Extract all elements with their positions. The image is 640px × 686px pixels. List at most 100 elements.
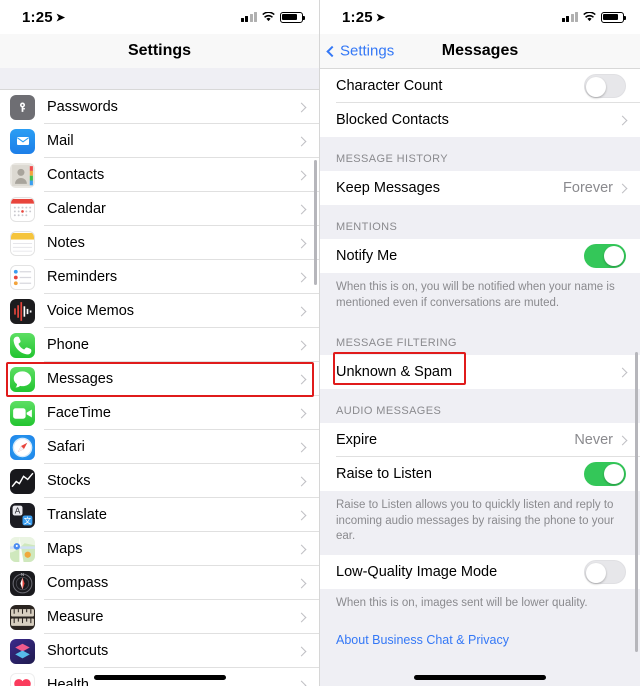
sidebar-item-label: Messages (47, 371, 114, 387)
svg-text:A: A (15, 505, 21, 515)
list-top-gap (0, 68, 319, 90)
sidebar-item-label: Voice Memos (47, 303, 135, 319)
sidebar-item-label: FaceTime (47, 405, 111, 421)
messages-settings-scroll[interactable]: Character Count Blocked Contacts MESSAGE… (320, 68, 640, 686)
contacts-icon (10, 162, 35, 188)
toggle-knob (604, 464, 624, 485)
svg-text:文: 文 (24, 515, 32, 525)
row-label: Raise to Listen (336, 466, 432, 483)
chevron-right-icon (296, 102, 307, 112)
sidebar-item-stocks[interactable]: Stocks (0, 464, 319, 498)
row-label: Character Count (336, 78, 443, 94)
sidebar-item-messages[interactable]: Messages (0, 362, 319, 396)
right-scrollbar[interactable] (635, 352, 638, 652)
sidebar-item-shortcuts[interactable]: Shortcuts (0, 634, 319, 668)
sidebar-item-mail[interactable]: Mail (0, 124, 319, 158)
sidebar-item-label: Contacts (47, 167, 105, 183)
cellular-signal-icon-right (561, 12, 578, 22)
cell-divider (336, 588, 640, 589)
sidebar-item-compass[interactable]: N Compass (0, 566, 319, 600)
low-quality-image-mode-toggle[interactable] (584, 559, 626, 584)
row-raise-to-listen[interactable]: Raise to Listen (320, 457, 640, 492)
voice-memos-icon (10, 298, 35, 324)
row-label: Keep Messages (336, 180, 440, 196)
phone-icon (10, 332, 35, 358)
notify-me-toggle[interactable] (584, 244, 626, 268)
row-keep-messages[interactable]: Keep Messages Forever (320, 171, 640, 205)
toggle-knob (586, 77, 606, 97)
row-notify-me[interactable]: Notify Me (320, 239, 640, 273)
chevron-right-icon (617, 183, 628, 193)
sidebar-item-phone[interactable]: Phone (0, 328, 319, 362)
status-time-text-left: 1:25 (22, 8, 53, 26)
row-unknown-and-spam[interactable]: Unknown & Spam (320, 355, 640, 390)
toggle-knob (586, 562, 606, 583)
sidebar-item-facetime[interactable]: FaceTime (0, 396, 319, 430)
sidebar-item-voice-memos[interactable]: Voice Memos (0, 294, 319, 328)
sidebar-item-label: Calendar (47, 201, 106, 217)
back-button[interactable]: Settings (326, 43, 394, 60)
chevron-right-icon (296, 510, 307, 520)
row-expire[interactable]: Expire Never (320, 423, 640, 458)
row-character-count[interactable]: Character Count (320, 69, 640, 103)
sidebar-item-label: Safari (47, 439, 85, 455)
mail-icon (10, 128, 35, 154)
sidebar-item-label: Maps (47, 541, 83, 557)
chevron-right-icon (296, 544, 307, 554)
toggle-knob (604, 246, 624, 266)
row-label: Unknown & Spam (336, 364, 453, 381)
sidebar-item-maps[interactable]: Maps (0, 532, 319, 566)
chevron-right-icon (296, 170, 307, 180)
cell-divider (336, 136, 640, 137)
settings-list-scroll[interactable]: Passwords Mail Contacts Calendar Notes R… (0, 68, 319, 686)
row-low-quality-image-mode[interactable]: Low-Quality Image Mode (320, 554, 640, 589)
sidebar-item-notes[interactable]: Notes (0, 226, 319, 260)
sidebar-item-label: Reminders (47, 269, 118, 285)
reminders-icon (10, 264, 35, 290)
sidebar-item-safari[interactable]: Safari (0, 430, 319, 464)
chevron-right-icon (296, 442, 307, 452)
footnote-low-quality: When this is on, images sent will be low… (320, 588, 640, 622)
dual-phone-screenshot: 1:25 ➤ Settings Passwords Mail Contacts … (0, 0, 640, 686)
row-label: Notify Me (336, 248, 398, 264)
sidebar-item-passwords[interactable]: Passwords (0, 90, 319, 124)
business-chat-privacy-link-row[interactable]: About Business Chat & Privacy (320, 621, 640, 658)
sidebar-item-translate[interactable]: A 文 Translate (0, 498, 319, 532)
raise-to-listen-toggle[interactable] (584, 462, 626, 487)
page-title-right: Messages (441, 42, 519, 59)
section-header-mentions: MENTIONS (320, 205, 640, 239)
sidebar-item-calendar[interactable]: Calendar (0, 192, 319, 226)
sidebar-item-label: Compass (47, 575, 109, 591)
chevron-right-icon (296, 646, 307, 656)
status-indicators-right (561, 11, 626, 23)
section-header-audio-messages: AUDIO MESSAGES (320, 389, 640, 424)
row-value: Never (574, 432, 613, 449)
row-label: Low-Quality Image Mode (336, 563, 498, 580)
chevron-right-icon (296, 578, 307, 588)
home-indicator-left (93, 675, 226, 680)
maps-icon (10, 536, 35, 562)
sidebar-item-reminders[interactable]: Reminders (0, 260, 319, 294)
row-label: Blocked Contacts (336, 112, 449, 128)
chevron-right-icon (296, 476, 307, 486)
safari-icon (10, 434, 35, 460)
left-scrollbar[interactable] (314, 160, 317, 285)
chevron-right-icon (296, 680, 307, 686)
sidebar-item-measure[interactable]: Measure (0, 600, 319, 634)
sidebar-item-label: Passwords (47, 99, 118, 115)
footnote-audio-messages: Raise to Listen allows you to quickly li… (320, 491, 640, 555)
page-title-left: Settings (127, 42, 192, 59)
row-label: Expire (336, 432, 378, 449)
cell-divider (336, 204, 640, 205)
business-chat-privacy-link[interactable]: About Business Chat & Privacy (336, 633, 509, 647)
battery-icon-left (280, 11, 305, 23)
cellular-signal-icon-left (240, 12, 257, 22)
row-blocked-contacts[interactable]: Blocked Contacts (320, 103, 640, 137)
stocks-icon (10, 468, 35, 494)
chevron-right-icon (617, 367, 628, 377)
messages-icon (10, 366, 35, 392)
sidebar-item-contacts[interactable]: Contacts (0, 158, 319, 192)
measure-icon (10, 604, 35, 630)
status-time-text-right: 1:25 (342, 8, 373, 26)
character-count-toggle[interactable] (584, 74, 626, 98)
